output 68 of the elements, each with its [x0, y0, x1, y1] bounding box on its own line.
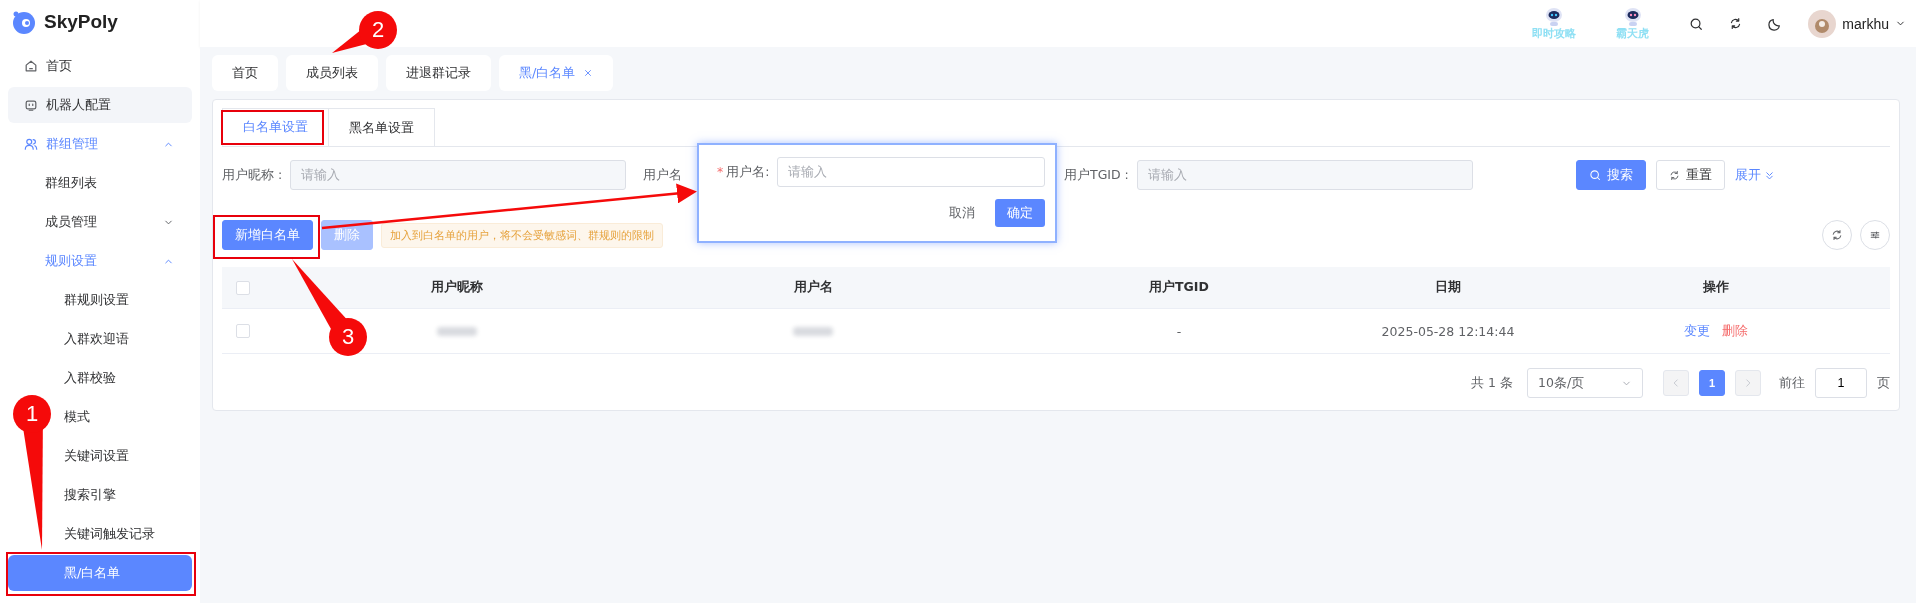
redacted-text: [437, 326, 477, 336]
robot-icon: [24, 98, 38, 112]
filter-label: 用户昵称 :: [222, 166, 283, 184]
expand-link[interactable]: 展开: [1735, 166, 1775, 184]
sidebar-item[interactable]: 首页: [24, 48, 72, 84]
checkbox[interactable]: [236, 324, 250, 338]
table-cell-text: -: [1175, 323, 1183, 339]
step-number: 1: [13, 395, 51, 433]
table-cell-text: 2025-05-28 12:14:44: [1380, 323, 1516, 339]
sidebar-item[interactable]: 搜索引擎: [64, 477, 116, 513]
sidebar-item[interactable]: 群组列表: [45, 165, 97, 201]
sidebar-item[interactable]: 群组管理: [8, 126, 192, 162]
home-icon: [24, 59, 38, 73]
redacted-text: [793, 326, 833, 336]
page-suffix: 页: [1877, 374, 1890, 392]
sidebar-item[interactable]: 关键词设置: [64, 438, 129, 474]
double-chevron-icon: [1764, 169, 1775, 181]
goto-label: 前往: [1779, 374, 1805, 392]
field-label: * 用户名:: [717, 163, 770, 181]
column-settings-button[interactable]: [1860, 220, 1890, 250]
filter-input[interactable]: 请输入: [290, 160, 627, 190]
sidebar-item[interactable]: 成员管理: [8, 204, 192, 240]
edit-link[interactable]: 变更: [1684, 322, 1710, 340]
sidebar-item[interactable]: 入群欢迎语: [64, 321, 129, 357]
column-header: 用户名: [792, 279, 834, 296]
goto-input[interactable]: 1: [1815, 368, 1867, 398]
reset-button[interactable]: 重置: [1656, 160, 1725, 190]
sidebar-item[interactable]: 群规则设置: [64, 282, 129, 318]
user-name[interactable]: markhu: [1842, 15, 1889, 32]
sidebar-item[interactable]: 关键词触发记录: [64, 516, 155, 552]
page-tab[interactable]: 进退群记录: [386, 55, 491, 91]
page-size-select[interactable]: 10条/页: [1527, 368, 1643, 398]
app-name: SkyPoly: [44, 11, 118, 33]
column-header: 用户TGID: [1148, 279, 1210, 296]
column-header: 日期: [1434, 279, 1462, 296]
prev-page-button[interactable]: [1663, 370, 1689, 396]
users-icon: [24, 137, 38, 151]
page-tab[interactable]: 首页: [212, 55, 278, 91]
chevron-right-icon: [1743, 378, 1753, 388]
chevron-left-icon: [1671, 378, 1681, 388]
step-number: 2: [359, 11, 397, 49]
refresh-icon: [1831, 229, 1843, 241]
total-count: 共 1 条: [1471, 374, 1513, 392]
sidebar-item[interactable]: 模式: [64, 399, 90, 435]
sidebar-item[interactable]: 入群校验: [64, 360, 116, 396]
search-icon: [1689, 16, 1704, 31]
avatar[interactable]: [1808, 9, 1837, 38]
filter-label: 用户TGID :: [1064, 166, 1129, 184]
sidebar-item[interactable]: 规则设置: [8, 243, 192, 279]
column-header: 用户昵称: [430, 279, 484, 296]
page-tab[interactable]: 成员列表: [286, 55, 378, 91]
filter-label: 用户名: [643, 166, 682, 184]
refresh-button[interactable]: [1822, 220, 1852, 250]
refresh-icon: [1729, 17, 1743, 30]
subtab[interactable]: 黑名单设置: [328, 108, 435, 146]
filter-input[interactable]: 请输入: [1136, 160, 1473, 190]
cancel-button[interactable]: 取消: [937, 199, 987, 227]
refresh-icon: [1669, 169, 1680, 181]
next-page-button[interactable]: [1735, 370, 1761, 396]
sliders-icon: [1869, 229, 1881, 241]
username-input[interactable]: 请输入: [777, 157, 1045, 187]
logo-icon: [10, 9, 36, 35]
moon-icon: [1768, 16, 1783, 31]
sidebar-item[interactable]: 机器人配置: [8, 87, 192, 123]
search-icon: [1589, 169, 1601, 181]
notice: 加入到白名单的用户，将不会受敏感词、群规则的限制: [381, 222, 663, 248]
checkbox[interactable]: [236, 280, 250, 295]
column-header: 操作: [1702, 279, 1730, 296]
